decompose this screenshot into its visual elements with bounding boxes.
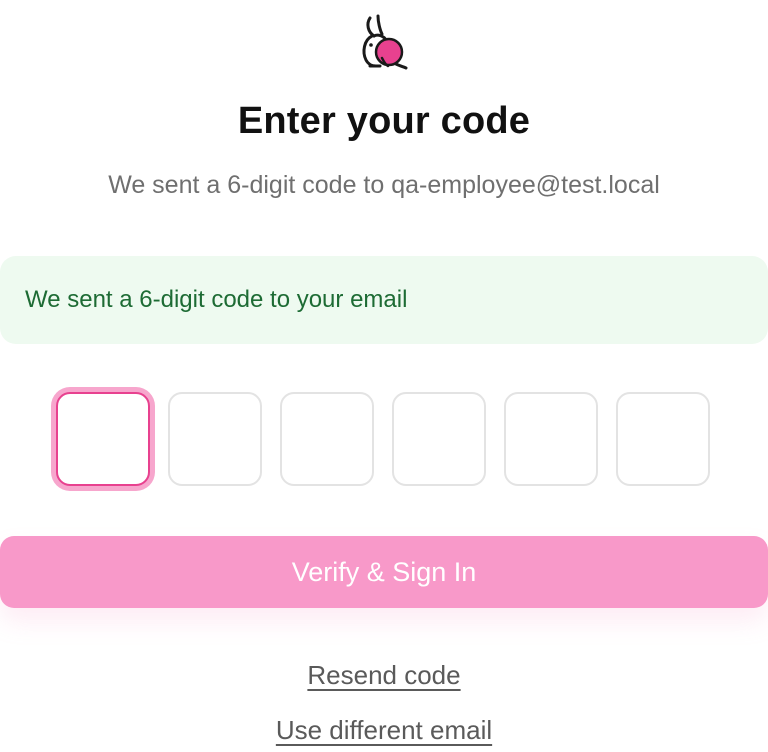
resend-code-row: Resend code — [0, 660, 768, 691]
verify-sign-in-button[interactable]: Verify & Sign In — [0, 536, 768, 608]
otp-digit-2[interactable] — [168, 392, 262, 486]
page-subtitle: We sent a 6-digit code to qa-employee@te… — [108, 171, 660, 199]
use-different-email-link[interactable]: Use different email — [276, 715, 492, 745]
success-alert: We sent a 6-digit code to your email — [0, 256, 768, 344]
otp-digit-3[interactable] — [280, 392, 374, 486]
rabbit-logo-icon — [356, 12, 412, 70]
otp-digit-1[interactable] — [56, 392, 150, 486]
resend-code-link[interactable]: Resend code — [307, 660, 460, 690]
otp-digit-4[interactable] — [392, 392, 486, 486]
otp-digit-6[interactable] — [616, 392, 710, 486]
page-title: Enter your code — [237, 100, 531, 142]
alert-message: We sent a 6-digit code to your email — [25, 286, 408, 313]
change-email-row: Use different email — [0, 715, 768, 746]
otp-input-group — [56, 392, 712, 488]
verify-code-page: Enter your code We sent a 6-digit code t… — [0, 0, 768, 752]
otp-digit-5[interactable] — [504, 392, 598, 486]
